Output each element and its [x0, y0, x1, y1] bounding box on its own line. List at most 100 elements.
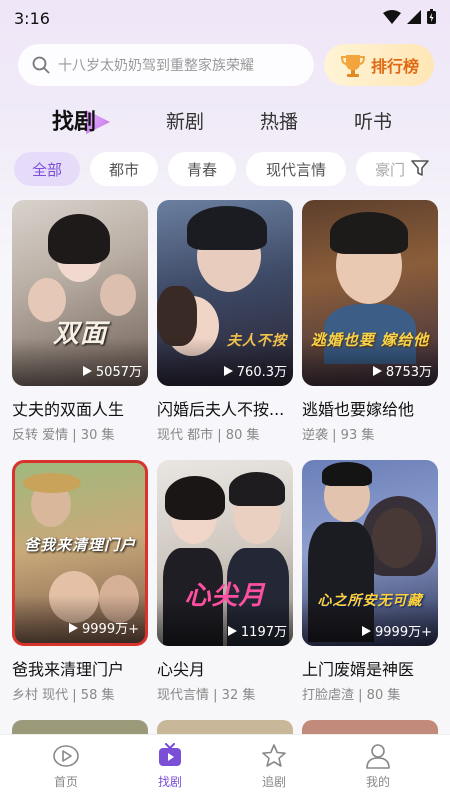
drama-poster: 爸我来清理门户 9999万+: [12, 460, 148, 646]
drama-title: 爸我来清理门户: [12, 660, 125, 679]
drama-meta: 打脸虐渣 | 80 集: [302, 688, 401, 703]
drama-episodes: 80 集: [225, 428, 260, 443]
category-tabs: 找剧 新剧 热播 听书: [0, 104, 450, 144]
drama-poster: 心之所安无可藏 9999万+: [302, 460, 438, 646]
status-time: 3:16: [14, 9, 50, 28]
tab-find[interactable]: 找剧: [52, 104, 96, 136]
tab-hot[interactable]: 热播: [260, 107, 298, 134]
drama-title: 丈夫的双面人生: [12, 400, 125, 419]
nav-following-label: 追剧: [261, 775, 286, 789]
drama-poster: 双面 5057万: [12, 200, 148, 386]
poster-hair: [48, 214, 110, 264]
next-row-poster-peek: [157, 720, 293, 734]
drama-title: 闪婚后夫人不按...: [157, 400, 285, 419]
view-count: 9999万+: [361, 621, 432, 640]
play-icon: [82, 365, 92, 376]
poster-title-art: 心之所安无可藏: [317, 593, 423, 609]
drama-episodes: 32 集: [221, 688, 256, 703]
nav-following[interactable]: 追剧: [234, 743, 314, 790]
battery-icon: [427, 9, 436, 24]
drama-title: 逃婚也要嫁给他: [302, 400, 415, 419]
view-count-text: 760.3万: [236, 365, 287, 380]
drama-episodes: 58 集: [80, 688, 115, 703]
view-count: 9999万+: [68, 618, 139, 637]
nav-profile-label: 我的: [365, 775, 390, 789]
view-count-text: 1197万: [240, 625, 287, 640]
drama-tags: 现代 都市: [157, 428, 214, 443]
status-bar: 3:16: [0, 0, 450, 36]
view-count-text: 8753万: [385, 365, 432, 380]
nav-profile[interactable]: 我的: [338, 743, 418, 790]
ranking-button[interactable]: 排行榜: [324, 44, 434, 86]
drama-episodes: 93 集: [340, 428, 375, 443]
play-icon: [227, 625, 237, 636]
poster-hat: [23, 473, 81, 493]
drama-tags: 现代言情: [157, 688, 210, 703]
drama-card[interactable]: 心尖月 1197万 心尖月 现代言情 | 32 集: [157, 460, 293, 703]
poster-hair: [330, 212, 408, 254]
chip-all[interactable]: 全部: [14, 152, 80, 186]
search-bar[interactable]: 十八岁太奶奶驾到重整家族荣耀: [18, 44, 314, 86]
tab-audiobook[interactable]: 听书: [354, 107, 392, 134]
trophy-icon: [340, 55, 365, 77]
drama-card[interactable]: 夫人不按 760.3万 闪婚后夫人不按... 现代 都市 | 80 集: [157, 200, 293, 443]
drama-meta: 现代言情 | 32 集: [157, 688, 256, 703]
play-icon: [69, 622, 79, 633]
search-placeholder: 十八岁太奶奶驾到重整家族荣耀: [58, 58, 254, 74]
drama-tags: 逆袭: [302, 428, 329, 443]
view-count: 5057万: [82, 361, 142, 380]
play-icon: [223, 365, 233, 376]
poster-hair: [187, 206, 267, 250]
play-icon: [372, 365, 382, 376]
next-row-poster-peek: [12, 720, 148, 734]
drama-episodes: 30 集: [80, 428, 115, 443]
tab-new[interactable]: 新剧: [166, 107, 204, 134]
drama-tags: 打脸虐渣: [302, 688, 355, 703]
drama-meta: 现代 都市 | 80 集: [157, 428, 260, 443]
signal-icon: [407, 9, 421, 24]
poster-hair: [229, 472, 285, 506]
chip-modern-romance[interactable]: 现代言情: [246, 152, 346, 186]
drama-tags: 乡村 现代: [12, 688, 69, 703]
chip-youth[interactable]: 青春: [168, 152, 236, 186]
chip-urban[interactable]: 都市: [90, 152, 158, 186]
view-count-text: 9999万+: [82, 622, 139, 637]
nav-find-label: 找剧: [157, 775, 182, 789]
poster-title-art: 爸我来清理门户: [23, 536, 136, 554]
drama-poster: 夫人不按 760.3万: [157, 200, 293, 386]
poster-figure: [100, 274, 136, 316]
star-icon: [262, 744, 286, 767]
next-row-poster-peek: [302, 720, 438, 734]
nav-home-label: 首页: [53, 775, 78, 789]
drama-card[interactable]: 爸我来清理门户 9999万+ 爸我来清理门户 乡村 现代 | 58 集: [12, 460, 148, 703]
drama-poster: 逃婚也要 嫁给他 8753万: [302, 200, 438, 386]
user-icon: [366, 744, 390, 769]
filter-icon[interactable]: [410, 158, 430, 178]
ranking-label: 排行榜: [370, 57, 419, 76]
wifi-icon: [383, 9, 401, 24]
drama-title: 心尖月: [157, 660, 206, 679]
drama-card[interactable]: 心之所安无可藏 9999万+ 上门废婿是神医 打脸虐渣 | 80 集: [302, 460, 438, 703]
view-count-text: 5057万: [95, 365, 142, 380]
view-count: 1197万: [227, 621, 287, 640]
drama-tags: 反转 爱情: [12, 428, 69, 443]
poster-title-art: 心尖月: [184, 581, 266, 611]
drama-meta: 乡村 现代 | 58 集: [12, 688, 115, 703]
drama-card[interactable]: 双面 5057万 丈夫的双面人生 反转 爱情 | 30 集: [12, 200, 148, 443]
view-count: 8753万: [372, 361, 432, 380]
genre-filter-chips: 全部 都市 青春 现代言情 豪门: [14, 152, 450, 186]
drama-episodes: 80 集: [366, 688, 401, 703]
poster-title-art: 双面: [52, 319, 107, 349]
nav-home[interactable]: 首页: [26, 743, 106, 790]
home-play-icon: [53, 745, 79, 767]
bottom-navigation: 首页 找剧 追剧 我的: [0, 734, 450, 800]
play-icon: [362, 625, 372, 636]
status-icons: [383, 9, 436, 24]
view-count: 760.3万: [223, 361, 287, 380]
poster-hair: [322, 462, 372, 486]
drama-title: 上门废婿是神医: [302, 660, 415, 679]
view-count-text: 9999万+: [375, 625, 432, 640]
drama-poster: 心尖月 1197万: [157, 460, 293, 646]
nav-find[interactable]: 找剧: [130, 743, 210, 790]
drama-card[interactable]: 逃婚也要 嫁给他 8753万 逃婚也要嫁给他 逆袭 | 93 集: [302, 200, 438, 443]
